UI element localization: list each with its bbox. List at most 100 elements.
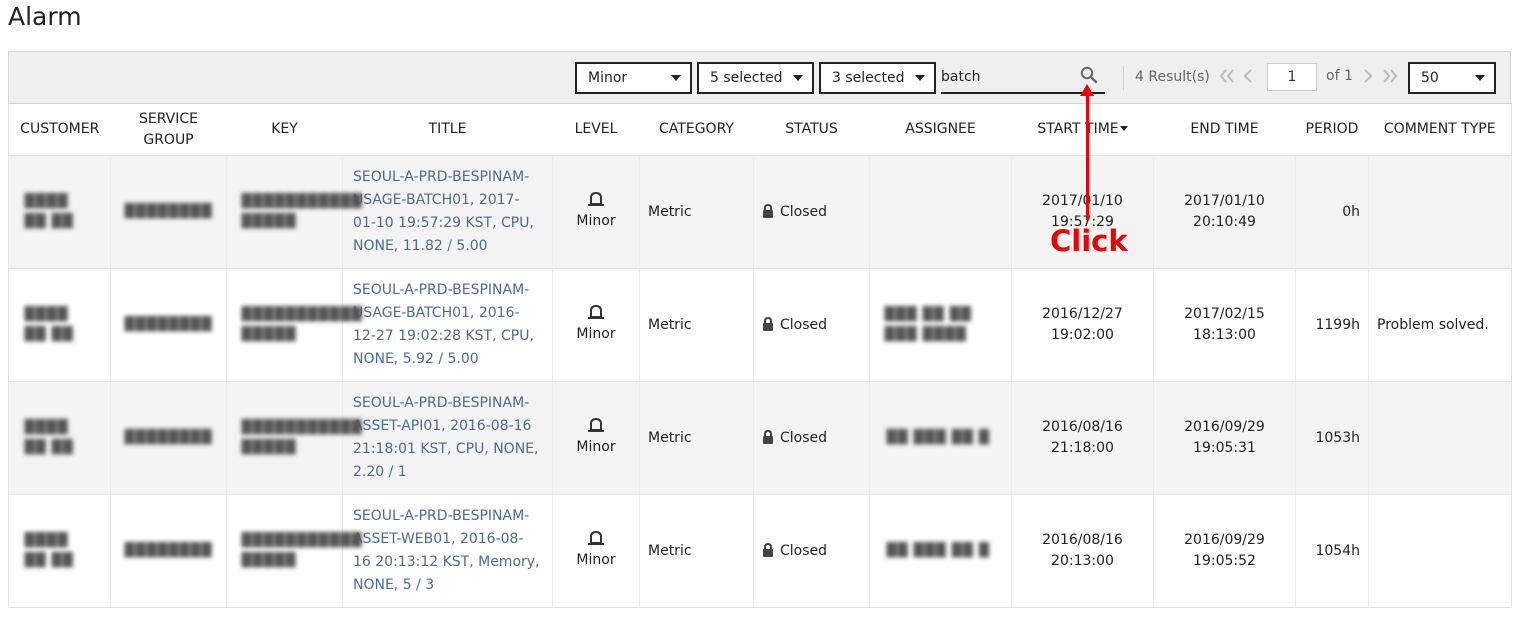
cell-end-time: 2017/01/10 20:10:49 [1153,155,1296,269]
cell-service-group: ████████ [110,268,227,382]
status-filter-dropdown[interactable]: 3 selected [819,62,936,94]
filter-toolbar: Minor 5 selected 3 selected 4 Result(s) … [8,51,1511,103]
lock-icon [763,317,773,331]
annotation-arrow-shaft [1086,92,1089,220]
header-period[interactable]: PERIOD [1295,103,1369,156]
annotation-click-label: Click [1050,224,1128,258]
chevron-down-icon [671,75,681,81]
cell-start-time: 2016/12/27 19:02:00 [1011,268,1154,382]
lock-icon [763,543,773,557]
next-page-icon[interactable] [1362,67,1374,89]
level-filter-value: Minor [588,70,628,86]
header-service-group-line1: SERVICE [138,110,199,127]
bell-icon [588,305,604,319]
cell-customer: ████ ██ ██ [8,494,111,608]
table-header-row: CUSTOMER SERVICE GROUP KEY TITLE LEVEL CA… [8,103,1512,156]
header-assignee[interactable]: ASSIGNEE [869,103,1012,156]
cell-comment [1368,381,1512,495]
page-number-input[interactable] [1267,63,1317,91]
level-filter-dropdown[interactable]: Minor [575,62,692,94]
chevron-down-icon [915,75,925,81]
cell-period: 1054h [1295,494,1369,608]
category-filter-dropdown[interactable]: 5 selected [697,62,814,94]
alarm-table: CUSTOMER SERVICE GROUP KEY TITLE LEVEL CA… [8,103,1512,608]
header-category[interactable]: CATEGORY [639,103,754,156]
cell-start-time: 2016/08/16 20:13:00 [1011,494,1154,608]
cell-period: 1199h [1295,268,1369,382]
cell-category: Metric [639,268,754,382]
cell-end-time: 2016/09/29 19:05:52 [1153,494,1296,608]
cell-status: Closed [753,155,870,269]
cell-level: Minor [552,494,640,608]
cell-comment: Problem solved. [1368,268,1512,382]
cell-level: Minor [552,155,640,269]
table-row[interactable]: ████ ██ ██ ████████ ███████████ █████ SE… [8,268,1512,382]
header-key[interactable]: KEY [226,103,343,156]
cell-category: Metric [639,494,754,608]
prev-page-icon[interactable] [1242,67,1254,89]
cell-category: Metric [639,381,754,495]
header-service-group-line2: GROUP [143,131,194,148]
header-service-group[interactable]: SERVICE GROUP [110,103,227,156]
cell-title[interactable]: SEOUL-A-PRD-BESPINAM- USAGE-BATCH01, 2016… [342,268,553,382]
first-page-icon[interactable] [1218,67,1236,89]
category-filter-value: 5 selected [710,70,783,86]
cell-customer: ████ ██ ██ [8,381,111,495]
lock-icon [763,204,773,218]
toolbar-divider [1123,66,1124,90]
chevron-down-icon [793,75,803,81]
cell-category: Metric [639,155,754,269]
status-filter-value: 3 selected [832,70,905,86]
cell-service-group: ████████ [110,155,227,269]
bell-icon [588,531,604,545]
header-level[interactable]: LEVEL [552,103,640,156]
search-input[interactable] [941,64,1071,90]
bell-icon [588,418,604,432]
header-start-time[interactable]: START TIME [1011,103,1154,156]
cell-key: ███████████ █████ [226,155,361,269]
page-title: Alarm [8,2,82,31]
header-status[interactable]: STATUS [753,103,870,156]
cell-start-time: 2016/08/16 21:18:00 [1011,381,1154,495]
header-start-time-label: START TIME [1037,121,1119,137]
header-customer[interactable]: CUSTOMER [8,103,111,156]
cell-title[interactable]: SEOUL-A-PRD-BESPINAM- ASSET-API01, 2016-0… [342,381,553,495]
table-row[interactable]: ████ ██ ██ ████████ ███████████ █████ SE… [8,155,1512,269]
cell-customer: ████ ██ ██ [8,268,111,382]
page-size-dropdown[interactable]: 50 [1408,62,1496,94]
annotation-arrow-head [1080,84,1094,96]
cell-key: ███████████ █████ [226,494,361,608]
cell-status: Closed [753,494,870,608]
cell-end-time: 2016/09/29 19:05:31 [1153,381,1296,495]
cell-assignee [869,155,1012,269]
cell-level: Minor [552,381,640,495]
table-row[interactable]: ████ ██ ██ ████████ ███████████ █████ SE… [8,381,1512,495]
page-total: of 1 [1326,68,1353,84]
bell-icon [588,192,604,206]
table-row[interactable]: ████ ██ ██ ████████ ███████████ █████ SE… [8,494,1512,608]
last-page-icon[interactable] [1381,67,1399,89]
page-size-value: 50 [1421,70,1439,86]
cell-status: Closed [753,268,870,382]
cell-period: 1053h [1295,381,1369,495]
header-end-time[interactable]: END TIME [1153,103,1296,156]
cell-title[interactable]: SEOUL-A-PRD-BESPINAM- ASSET-WEB01, 2016-0… [342,494,553,608]
cell-assignee: ███ ██ ██ ███ ████ [869,268,1012,382]
header-title[interactable]: TITLE [342,103,553,156]
cell-period: 0h [1295,155,1369,269]
chevron-down-icon [1475,75,1485,81]
cell-key: ███████████ █████ [226,381,361,495]
cell-assignee: ██ ███ ██ █ [869,494,1012,608]
cell-customer: ████ ██ ██ [8,155,111,269]
cell-end-time: 2017/02/15 18:13:00 [1153,268,1296,382]
cell-title[interactable]: SEOUL-A-PRD-BESPINAM- USAGE-BATCH01, 2017… [342,155,553,269]
cell-assignee: ██ ███ ██ █ [869,381,1012,495]
sort-desc-icon [1119,126,1128,131]
cell-comment [1368,494,1512,608]
header-comment-type[interactable]: COMMENT TYPE [1368,103,1512,156]
cell-key: ███████████ █████ [226,268,361,382]
cell-comment [1368,155,1512,269]
cell-service-group: ████████ [110,381,227,495]
lock-icon [763,430,773,444]
cell-status: Closed [753,381,870,495]
